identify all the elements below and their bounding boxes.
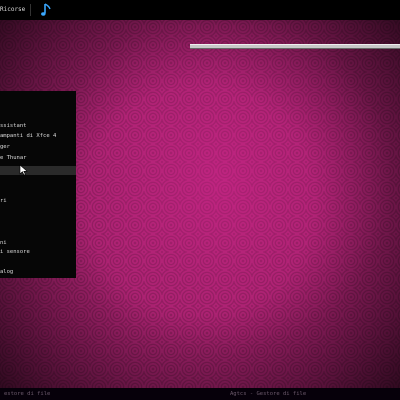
menu-item[interactable] xyxy=(0,208,76,217)
top-panel: Ricorse xyxy=(0,0,400,20)
menu-item[interactable] xyxy=(0,259,76,268)
menu-item[interactable]: ger xyxy=(0,143,76,152)
menu-item[interactable]: ni xyxy=(0,239,76,248)
panel-divider xyxy=(30,4,31,16)
menu-item[interactable] xyxy=(0,177,76,186)
taskbar-item[interactable]: estore di file xyxy=(4,391,50,397)
menu-item[interactable] xyxy=(0,97,76,106)
taskbar-item[interactable]: Agtcs - Gestore di file xyxy=(230,391,306,397)
menu-item[interactable]: ssistant xyxy=(0,122,76,131)
application-menu: ssistant ampanti di Xfce 4 ger e Thunar … xyxy=(0,91,76,278)
menu-item[interactable]: e Thunar xyxy=(0,154,76,163)
menu-item[interactable]: ri xyxy=(0,197,76,206)
menu-item[interactable]: alog xyxy=(0,268,76,277)
menu-item[interactable] xyxy=(0,219,76,228)
bottom-panel: estore di file Agtcs - Gestore di file xyxy=(0,388,400,400)
desktop-widget-bar xyxy=(190,44,400,49)
menu-item[interactable]: ampanti di Xfce 4 xyxy=(0,132,76,141)
menu-item-highlighted[interactable] xyxy=(0,166,76,175)
menu-item[interactable]: i sensore xyxy=(0,248,76,257)
music-note-icon[interactable] xyxy=(37,2,57,18)
launcher-title[interactable]: Ricorse xyxy=(0,6,25,13)
mouse-cursor-icon xyxy=(19,164,28,176)
